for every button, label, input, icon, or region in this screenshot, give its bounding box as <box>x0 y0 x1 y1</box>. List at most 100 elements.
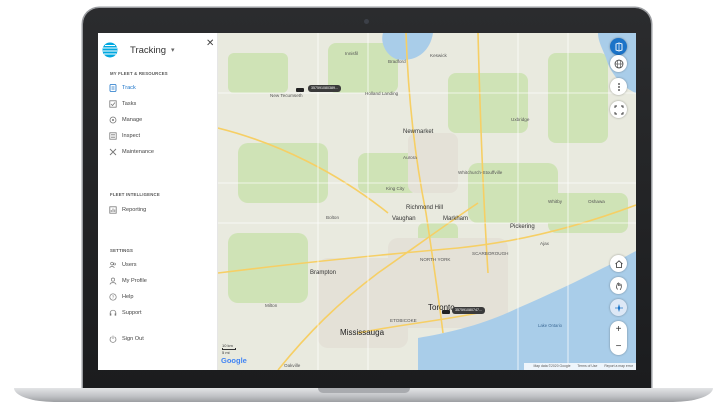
nav-item-manage[interactable]: Manage <box>109 114 209 126</box>
pan-button[interactable] <box>610 277 627 294</box>
more-button[interactable] <box>610 78 627 95</box>
place-label: Whitby <box>548 199 563 204</box>
google-logo: Google <box>221 356 247 365</box>
nav-label: Reporting <box>122 207 147 213</box>
fullscreen-button[interactable] <box>610 101 627 118</box>
nav-label: Support <box>122 310 142 316</box>
place-label: Markham <box>443 216 469 222</box>
nav-label: Tasks <box>122 101 137 107</box>
screen: Tracking ▾ ✕ MY FLEET & RESOURCES Track … <box>98 33 636 370</box>
chevron-down-icon[interactable]: ▾ <box>171 46 175 54</box>
nav-item-support[interactable]: Support <box>109 307 209 319</box>
inspect-icon <box>109 132 117 140</box>
nav-item-users[interactable]: Users <box>109 259 209 271</box>
nav-item-inspect[interactable]: Inspect <box>109 130 209 142</box>
fullscreen-icon <box>614 105 623 114</box>
nav-item-tasks[interactable]: Tasks <box>109 98 209 110</box>
layers-button[interactable] <box>610 38 627 55</box>
place-label: Oshawa <box>588 199 605 204</box>
map-attribution: Map data ©2020 Google Terms of Use Repor… <box>524 363 636 370</box>
nav-label: Track <box>122 85 136 91</box>
nav-item-profile[interactable]: My Profile <box>109 275 209 287</box>
scale-mi: 5 mi <box>222 350 230 355</box>
place-label: Milton <box>265 303 278 308</box>
nav-label: Maintenance <box>122 149 155 155</box>
layers-icon <box>615 42 622 51</box>
section-fleet: MY FLEET & RESOURCES <box>110 71 168 76</box>
home-icon <box>614 259 623 268</box>
place-label: Holland Landing <box>365 91 399 96</box>
nav-label: Inspect <box>122 133 141 139</box>
nav-label: Help <box>122 294 134 300</box>
nav-item-maintenance[interactable]: Maintenance <box>109 146 209 158</box>
place-label: Uxbridge <box>511 117 530 122</box>
vehicle-label[interactable]: 357591080389... <box>308 85 341 92</box>
help-icon: ? <box>109 293 117 301</box>
zoom-out-button[interactable]: − <box>610 338 627 355</box>
place-label: Mississauga <box>340 328 385 337</box>
home-button[interactable] <box>610 255 627 272</box>
profile-icon <box>109 277 117 285</box>
vehicle-marker[interactable] <box>442 310 450 314</box>
place-label: Newmarket <box>403 129 434 135</box>
section-settings: SETTINGS <box>110 248 134 253</box>
track-icon <box>109 84 117 92</box>
place-label: Ajax <box>540 241 549 246</box>
tasks-icon <box>109 100 117 108</box>
nav-label: My Profile <box>122 278 147 284</box>
nav-item-signout[interactable]: Sign Out <box>109 333 209 345</box>
vehicle-label[interactable]: 357591080747... <box>452 307 485 314</box>
place-label: Lake Ontario <box>538 323 562 328</box>
att-globe-icon <box>102 42 118 58</box>
map-base <box>218 33 636 370</box>
place-label: Brampton <box>310 270 337 276</box>
zoom-in-button[interactable]: + <box>610 321 627 338</box>
map[interactable]: Bradford Innisfil New Tecumseth Holland … <box>218 33 636 370</box>
nav-item-help[interactable]: ? Help <box>109 291 209 303</box>
locate-icon <box>614 303 623 312</box>
place-label: Aurora <box>403 155 417 160</box>
nav-label: Manage <box>122 117 143 123</box>
sidebar: Tracking ▾ ✕ MY FLEET & RESOURCES Track … <box>98 33 218 370</box>
app-title[interactable]: Tracking <box>130 45 166 56</box>
map-data-text: Map data ©2020 Google <box>533 364 571 368</box>
reporting-icon <box>109 206 117 214</box>
more-vert-icon <box>617 82 620 91</box>
place-label: Bradford <box>388 59 406 64</box>
maintenance-icon <box>109 148 117 156</box>
globe-icon <box>614 59 623 68</box>
report-link[interactable]: Report a map error <box>604 364 633 368</box>
signout-icon <box>109 335 117 343</box>
globe-button[interactable] <box>610 55 627 72</box>
place-label: ETOBICOKE <box>390 318 417 323</box>
nav-item-reporting[interactable]: Reporting <box>109 204 209 216</box>
locate-button[interactable] <box>610 299 627 316</box>
nav-label: Users <box>122 262 137 268</box>
svg-text:?: ? <box>112 295 115 300</box>
nav-label: Sign Out <box>122 336 144 342</box>
place-label: NORTH YORK <box>420 257 451 262</box>
place-label: SCARBOROUGH <box>472 251 509 256</box>
place-label: New Tecumseth <box>270 93 303 98</box>
place-label: Innisfil <box>345 51 359 56</box>
close-icon[interactable]: ✕ <box>206 38 214 49</box>
section-intelligence: FLEET INTELLIGENCE <box>110 192 160 197</box>
support-icon <box>109 309 117 317</box>
place-label: King City <box>386 186 405 191</box>
manage-icon <box>109 116 117 124</box>
nav-item-track[interactable]: Track <box>109 82 209 94</box>
place-label: Keswick <box>430 53 447 58</box>
place-label: Richmond Hill <box>406 205 444 211</box>
terms-link[interactable]: Terms of Use <box>577 364 597 368</box>
users-icon <box>109 261 117 269</box>
zoom-control: + − <box>610 321 627 355</box>
place-label: Pickering <box>510 224 535 230</box>
place-label: Whitchurch-Stouffville <box>458 170 503 175</box>
place-label: Vaughan <box>392 216 416 222</box>
place-label: Bolton <box>326 215 340 220</box>
laptop-notch <box>318 388 410 393</box>
place-label: Oakville <box>284 363 301 368</box>
camera <box>364 19 369 24</box>
hand-icon <box>615 282 622 290</box>
vehicle-marker[interactable] <box>296 88 304 92</box>
